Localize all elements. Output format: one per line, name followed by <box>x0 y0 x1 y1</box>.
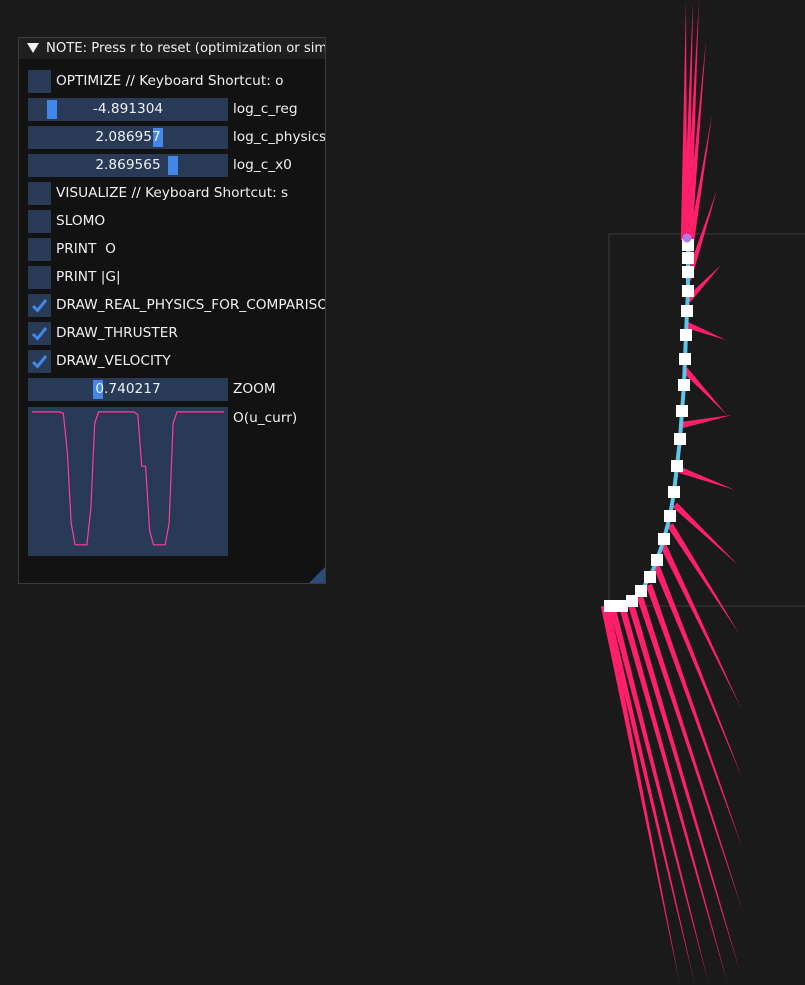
thruster-flame <box>646 583 743 850</box>
checkbox-row-visualize[interactable]: VISUALIZE // Keyboard Shortcut: s <box>28 182 325 205</box>
draw-velocity-label: DRAW_VELOCITY <box>56 353 171 369</box>
checkbox-row-draw-thruster[interactable]: DRAW_THRUSTER <box>28 322 325 345</box>
print-o-checkbox[interactable] <box>28 238 51 261</box>
print-g-checkbox[interactable] <box>28 266 51 289</box>
trajectory-line <box>610 245 690 608</box>
log-c-physics-value: 2.086957 <box>95 129 161 145</box>
print-g-label: PRINT |G| <box>56 269 121 285</box>
slider-row-log-c-reg[interactable]: -4.891304 log_c_reg <box>28 98 325 121</box>
log-c-physics-slider[interactable]: 2.086957 <box>28 126 228 149</box>
state-node <box>651 554 663 566</box>
state-node <box>664 510 676 522</box>
visualize-checkbox[interactable] <box>28 182 51 205</box>
state-node <box>682 266 694 278</box>
checkbox-row-print-o[interactable]: PRINT O <box>28 238 325 261</box>
checkbox-row-optimize[interactable]: OPTIMIZE // Keyboard Shortcut: o <box>28 70 325 93</box>
state-node <box>644 571 656 583</box>
thruster-flame <box>637 596 743 912</box>
state-node <box>674 433 686 445</box>
checkbox-row-slomo[interactable]: SLOMO <box>28 210 325 233</box>
zoom-slider[interactable]: 0.740217 <box>28 378 228 401</box>
state-node <box>679 353 691 365</box>
checkmark-icon <box>31 327 48 341</box>
thruster-flame <box>681 415 732 429</box>
zoom-value: 0.740217 <box>95 381 161 397</box>
checkmark-icon <box>31 355 48 369</box>
objective-plot <box>28 407 228 556</box>
resize-grip[interactable] <box>309 567 325 583</box>
objective-plot-label: O(u_curr) <box>233 410 298 426</box>
window-title-bar[interactable]: NOTE: Press r to reset (optimization or … <box>19 38 325 59</box>
state-node <box>681 305 693 317</box>
objective-plot-line <box>32 411 224 546</box>
start-marker <box>682 233 692 243</box>
thruster-flame <box>672 502 738 565</box>
checkbox-row-print-g[interactable]: PRINT |G| <box>28 266 325 289</box>
draw-real-physics-label: DRAW_REAL_PHYSICS_FOR_COMPARISON <box>56 297 326 313</box>
slider-row-zoom[interactable]: 0.740217 ZOOM <box>28 378 325 401</box>
draw-real-physics-checkbox[interactable] <box>28 294 51 317</box>
draw-thruster-label: DRAW_THRUSTER <box>56 325 178 341</box>
controls-window[interactable]: NOTE: Press r to reset (optimization or … <box>18 37 326 584</box>
state-node <box>671 460 683 472</box>
trajectory-layer <box>610 245 690 608</box>
slomo-label: SLOMO <box>56 213 106 229</box>
visualize-label: VISUALIZE // Keyboard Shortcut: s <box>56 185 289 201</box>
state-node <box>680 329 692 341</box>
state-node <box>678 379 690 391</box>
slomo-checkbox[interactable] <box>28 210 51 233</box>
log-c-reg-value: -4.891304 <box>92 101 164 117</box>
log-c-physics-label: log_c_physics <box>233 129 326 145</box>
state-node <box>604 600 616 612</box>
log-c-x0-value: 2.869565 <box>95 157 161 173</box>
zoom-label: ZOOM <box>233 381 276 397</box>
state-node <box>616 600 628 612</box>
draw-thruster-checkbox[interactable] <box>28 322 51 345</box>
slider-row-log-c-physics[interactable]: 2.086957 log_c_physics <box>28 126 326 149</box>
print-o-label: PRINT O <box>56 241 116 257</box>
state-node <box>668 486 680 498</box>
slider-row-log-c-x0[interactable]: 2.869565 log_c_x0 <box>28 154 325 177</box>
checkbox-row-draw-real-physics[interactable]: DRAW_REAL_PHYSICS_FOR_COMPARISON <box>28 294 326 317</box>
state-node <box>682 252 694 264</box>
log-c-reg-slider[interactable]: -4.891304 <box>28 98 228 121</box>
state-node <box>682 285 694 297</box>
thruster-flame <box>678 467 735 490</box>
thruster-flame <box>682 367 727 415</box>
log-c-x0-slider[interactable]: 2.869565 <box>28 154 228 177</box>
state-node <box>658 533 670 545</box>
optimize-checkbox[interactable] <box>28 70 51 93</box>
checkbox-row-draw-velocity[interactable]: DRAW_VELOCITY <box>28 350 325 373</box>
log-c-reg-label: log_c_reg <box>233 101 298 117</box>
checkmark-icon <box>31 299 48 313</box>
thruster-flame <box>618 605 728 985</box>
thruster-flame <box>660 543 742 710</box>
state-node <box>676 405 688 417</box>
draw-velocity-checkbox[interactable] <box>28 350 51 373</box>
objective-plot-svg <box>32 411 224 546</box>
window-title: NOTE: Press r to reset (optimization or … <box>46 41 325 56</box>
thruster-flame <box>627 603 740 972</box>
collapse-arrow-icon[interactable] <box>27 43 39 53</box>
optimize-label: OPTIMIZE // Keyboard Shortcut: o <box>56 73 284 89</box>
log-c-x0-label: log_c_x0 <box>233 157 292 173</box>
